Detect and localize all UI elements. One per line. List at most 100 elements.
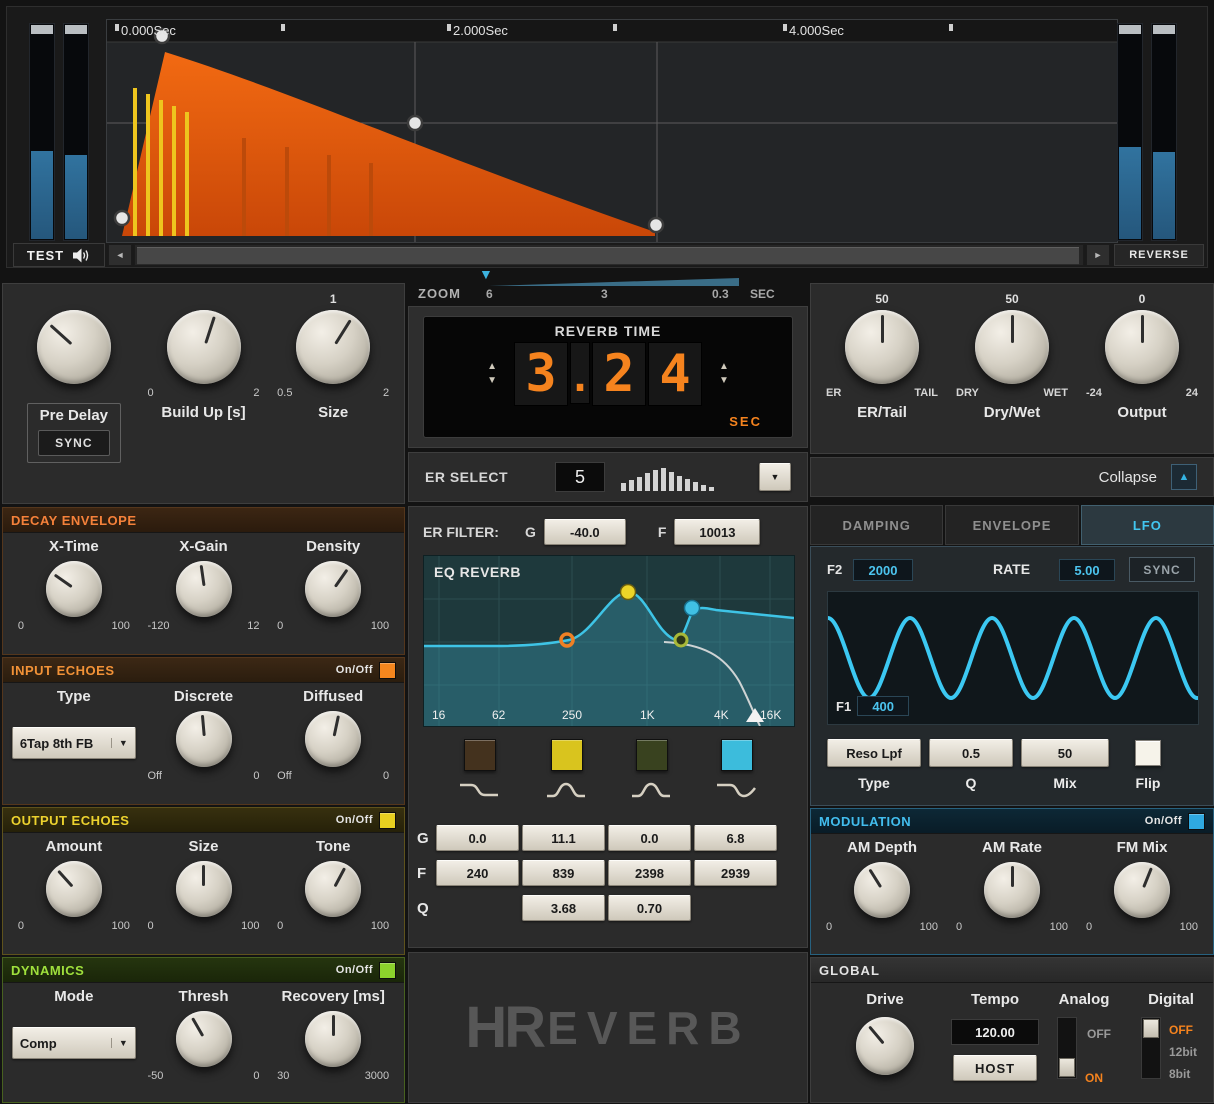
digital-12bit-label[interactable]: 12bit [1169, 1045, 1197, 1059]
er-filter-gain-value[interactable]: -40.0 [543, 519, 626, 545]
amount-knob[interactable] [45, 861, 102, 917]
analog-toggle-handle[interactable] [1059, 1058, 1075, 1077]
eq-band-2-button[interactable] [551, 739, 583, 771]
output-meter-right-1 [1117, 23, 1143, 241]
band4-freq-value[interactable]: 2939 [694, 860, 777, 886]
lfo-waveform-display[interactable]: F1 400 [826, 591, 1199, 725]
echo-size-knob[interactable] [175, 861, 232, 917]
eq-reverb-graph[interactable]: EQ REVERB 16 62 250 1K 4K 16K [423, 555, 795, 727]
buildup-control: 0 2 Build Up [s] [139, 292, 269, 463]
host-button[interactable]: HOST [953, 1055, 1037, 1081]
amdepth-knob[interactable] [854, 862, 910, 918]
recovery-knob[interactable] [305, 1011, 362, 1067]
lfo-flip-button[interactable] [1135, 740, 1161, 766]
ertail-knob[interactable] [845, 310, 919, 384]
drive-label: Drive [866, 991, 904, 1008]
tab-lfo[interactable]: LFO [1080, 505, 1214, 545]
density-knob[interactable] [305, 561, 362, 617]
tempo-value[interactable]: 120.00 [951, 1019, 1039, 1045]
lfo-f2-value[interactable]: 2000 [853, 559, 913, 581]
eq-band-4-button[interactable] [721, 739, 753, 771]
spinner-down-icon[interactable]: ▼ [719, 376, 729, 386]
band2-gain-value[interactable]: 11.1 [522, 825, 605, 851]
drive-knob[interactable] [856, 1017, 914, 1075]
amrate-control: AM Rate 0 100 [956, 839, 1068, 933]
eq-band-3-button[interactable] [636, 739, 668, 771]
amrate-knob[interactable] [984, 862, 1040, 918]
eq-band-1-button[interactable] [464, 739, 496, 771]
analog-off-label[interactable]: OFF [1087, 1027, 1111, 1041]
er-select-dropdown-button[interactable]: ▼ [759, 463, 791, 491]
output-knob[interactable] [1105, 310, 1179, 384]
input-echoes-toggle[interactable] [379, 661, 396, 679]
test-button[interactable]: TEST [13, 243, 105, 267]
zoom-scale-bar[interactable] [489, 277, 739, 287]
thresh-knob[interactable] [175, 1011, 232, 1067]
predelay-sync-button[interactable]: SYNC [38, 430, 110, 456]
freq-label-1k: 1K [640, 708, 655, 722]
lfo-rate-value[interactable]: 5.00 [1059, 559, 1115, 581]
er-filter-freq-value[interactable]: 10013 [674, 519, 761, 545]
size-knob[interactable] [296, 310, 371, 384]
lfo-mix-value[interactable]: 50 [1021, 739, 1109, 767]
band1-freq-value[interactable]: 240 [436, 860, 519, 886]
spinner-down-icon[interactable]: ▼ [487, 376, 497, 386]
lfo-q-value[interactable]: 0.5 [929, 739, 1013, 767]
buildup-knob[interactable] [166, 310, 241, 384]
output-echoes-header: OUTPUT ECHOES On/Off [3, 808, 404, 833]
drywet-value: 50 [1005, 292, 1019, 306]
digital-8bit-label[interactable]: 8bit [1169, 1067, 1190, 1081]
scroll-right-icon[interactable]: ► [1086, 244, 1110, 266]
digital-off-label[interactable]: OFF [1169, 1023, 1193, 1037]
drywet-knob[interactable] [975, 310, 1049, 384]
xgain-knob[interactable] [175, 561, 232, 617]
xtime-knob[interactable] [45, 561, 102, 617]
band3-q-value[interactable]: 0.70 [608, 895, 691, 921]
zoom-tick-6: 6 [486, 287, 493, 301]
zoom-label: ZOOM [418, 286, 461, 301]
band3-freq-value[interactable]: 2398 [608, 860, 691, 886]
dyn-mode-control: Mode Comp ▼ [9, 983, 139, 1084]
output-echoes-toggle[interactable] [379, 811, 396, 829]
dynamics-toggle[interactable] [379, 961, 396, 979]
zoom-tick-03: 0.3 [712, 287, 729, 301]
tone-knob[interactable] [305, 861, 362, 917]
spinner-up-icon[interactable]: ▲ [719, 362, 729, 372]
reverse-button[interactable]: REVERSE [1114, 244, 1204, 266]
envelope-scrollbar[interactable] [134, 244, 1084, 266]
scrollbar-handle[interactable] [137, 247, 1079, 265]
band3-gain-value[interactable]: 0.0 [608, 825, 691, 851]
spinner-up-icon[interactable]: ▲ [487, 362, 497, 372]
discrete-knob[interactable] [175, 711, 232, 767]
envelope-display[interactable]: 0.000Sec 2.000Sec 4.000Sec [106, 19, 1118, 243]
band2-q-value[interactable]: 3.68 [522, 895, 605, 921]
collapse-button[interactable]: ▲ [1171, 464, 1197, 490]
scroll-left-icon[interactable]: ◄ [108, 244, 132, 266]
digital-toggle[interactable] [1141, 1017, 1161, 1079]
predelay-knob[interactable] [36, 310, 111, 384]
tab-envelope[interactable]: ENVELOPE [945, 505, 1079, 545]
reverb-time-display: REVERB TIME ▲ ▼ 3 . 2 4 ▲ ▼ SEC [423, 316, 793, 438]
amount-control: Amount 0 100 [17, 838, 130, 932]
band4-gain-value[interactable]: 6.8 [694, 825, 777, 851]
er-select-value[interactable]: 5 [555, 462, 605, 492]
analog-on-label[interactable]: ON [1085, 1071, 1103, 1085]
dyn-mode-select[interactable]: Comp ▼ [11, 1027, 136, 1059]
echo-type-select[interactable]: 6Tap 8th FB ▼ [11, 727, 136, 759]
analog-toggle[interactable] [1057, 1017, 1077, 1079]
cut-filter-icon [717, 783, 756, 798]
tab-damping[interactable]: DAMPING [810, 505, 944, 545]
reverb-time-value[interactable]: 3 . 2 4 [513, 342, 703, 406]
buildup-min: 0 [147, 387, 154, 399]
diffused-knob[interactable] [305, 711, 362, 767]
digital-toggle-handle[interactable] [1143, 1019, 1159, 1038]
fmmix-knob[interactable] [1114, 862, 1170, 918]
band1-gain-value[interactable]: 0.0 [436, 825, 519, 851]
lfo-sync-button[interactable]: SYNC [1129, 557, 1195, 582]
amdepth-control: AM Depth 0 100 [826, 839, 938, 933]
lfo-type-select[interactable]: Reso Lpf [827, 739, 921, 767]
size-min: 0.5 [277, 387, 293, 399]
modulation-toggle[interactable] [1188, 812, 1205, 830]
lfo-f1-value[interactable]: 400 [857, 696, 910, 716]
band2-freq-value[interactable]: 839 [522, 860, 605, 886]
